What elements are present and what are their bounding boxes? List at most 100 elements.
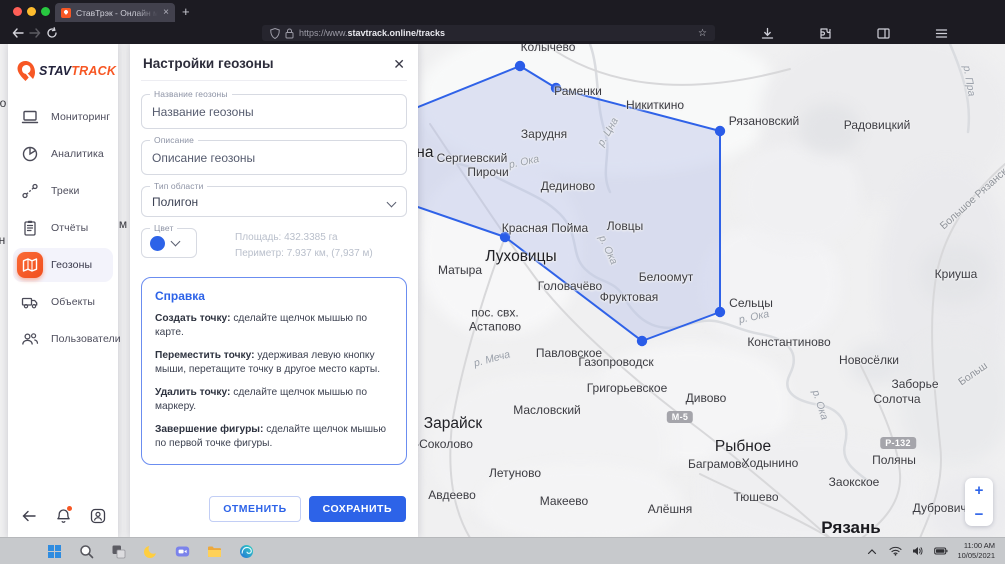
task-view-icon[interactable]: [110, 543, 127, 560]
sidebar-item-objects[interactable]: Объекты: [13, 285, 113, 319]
notifications-bell-icon[interactable]: [55, 507, 72, 524]
download-icon[interactable]: [759, 25, 775, 41]
polygon-vertex-handle[interactable]: [715, 307, 725, 317]
geozone-stats: Площадь: 432.3385 га Периметр: 7.937 км,…: [235, 228, 373, 261]
file-explorer-icon[interactable]: [206, 543, 223, 560]
map-zoom-controls: + −: [965, 478, 993, 526]
color-row: Цвет Площадь: 432.3385 га Периметр: 7.93…: [141, 228, 407, 261]
geozone-settings-panel: Настройки геозоны ✕ Название геозоны Опи…: [130, 44, 418, 538]
taskbar-clock[interactable]: 11:00 AM 10/05/2021: [957, 541, 995, 561]
polygon-vertex-handle[interactable]: [515, 61, 525, 71]
lock-icon: [285, 28, 294, 39]
bookmark-star-icon[interactable]: ☆: [698, 28, 707, 39]
windows-start-icon[interactable]: [46, 543, 63, 560]
sidebar-footer: [8, 495, 118, 538]
menu-icon[interactable]: [933, 25, 949, 41]
polygon-vertex-handle[interactable]: [551, 83, 561, 93]
save-button[interactable]: СОХРАНИТЬ: [309, 496, 406, 522]
sidebar-item-monitor[interactable]: Мониторинг: [13, 100, 113, 134]
sidebar-nav: Мониторинг Аналитика Треки Отчёты Геозоны Объ…: [8, 96, 118, 359]
help-box: Справка Создать точку: сделайте щелчок м…: [141, 277, 407, 465]
monitor-icon: [17, 104, 43, 130]
wifi-icon[interactable]: [888, 544, 902, 558]
chevron-down-icon: [171, 237, 181, 247]
sidebar-item-label: Пользователи: [51, 333, 121, 345]
geozone-name-label: Название геозоны: [150, 89, 232, 99]
edge-icon[interactable]: [238, 543, 255, 560]
window-close-button[interactable]: [13, 7, 22, 16]
url-bar[interactable]: https://www.stavtrack.online/tracks ☆: [262, 25, 715, 41]
analytics-icon: [17, 141, 43, 167]
extensions-icon[interactable]: [817, 25, 833, 41]
browser-navbar: https://www.stavtrack.online/tracks ☆: [0, 22, 1005, 44]
zoom-out-button[interactable]: −: [965, 502, 993, 526]
taskbar-apps: [46, 543, 255, 560]
windows-taskbar: 11:00 AM 10/05/2021: [0, 537, 1005, 564]
tracks-icon: [17, 178, 43, 204]
sidebar-item-geozones[interactable]: Геозоны: [13, 248, 113, 282]
color-select[interactable]: Цвет: [141, 228, 197, 258]
geozone-name-input[interactable]: [152, 105, 384, 119]
window-minimize-button[interactable]: [27, 7, 36, 16]
color-label: Цвет: [150, 223, 177, 233]
area-type-label: Тип области: [150, 181, 207, 191]
browser-tabstrip: СтавТрэк - Онлайн мониторин × +: [0, 0, 1005, 22]
users-icon: [17, 326, 43, 352]
sidebar-icon[interactable]: [875, 25, 891, 41]
geozone-name-field[interactable]: Название геозоны: [141, 94, 407, 129]
area-type-select[interactable]: Тип области Полигон: [141, 186, 407, 217]
chevron-up-icon[interactable]: [865, 544, 879, 558]
area-stat: Площадь: 432.3385 га: [235, 230, 373, 246]
system-tray: 11:00 AM 10/05/2021: [865, 541, 995, 561]
sidebar-item-label: Отчёты: [51, 222, 88, 234]
description-input[interactable]: [152, 151, 384, 165]
polygon-vertex-handle[interactable]: [637, 336, 647, 346]
firefox-icon[interactable]: [142, 543, 159, 560]
reports-icon: [17, 215, 43, 241]
sidebar-item-label: Треки: [51, 185, 79, 197]
color-swatch: [150, 236, 165, 251]
back-icon[interactable]: [10, 25, 26, 41]
help-item: Переместить точку: удерживая левую кнопк…: [155, 349, 393, 378]
chevron-down-icon: [387, 198, 397, 208]
panel-title: Настройки геозоны: [143, 56, 273, 71]
collapse-arrow-icon[interactable]: [20, 507, 37, 524]
cancel-button[interactable]: ОТМЕНИТЬ: [209, 496, 300, 522]
window-zoom-button[interactable]: [41, 7, 50, 16]
zoom-in-button[interactable]: +: [965, 478, 993, 502]
close-icon[interactable]: ✕: [393, 57, 405, 71]
polygon-vertex-handle[interactable]: [715, 126, 725, 136]
sidebar-item-analytics[interactable]: Аналитика: [13, 137, 113, 171]
browser-tab[interactable]: СтавТрэк - Онлайн мониторин ×: [55, 3, 175, 22]
sidebar-item-reports[interactable]: Отчёты: [13, 211, 113, 245]
road-badge: Р-132: [880, 437, 916, 449]
sidebar-item-label: Объекты: [51, 296, 95, 308]
geozones-icon: [17, 252, 43, 278]
perimeter-stat: Периметр: 7.937 км, (7,937 м): [235, 246, 373, 262]
teams-chat-icon[interactable]: [174, 543, 191, 560]
sidebar-item-label: Мониторинг: [51, 111, 110, 123]
panel-actions: ОТМЕНИТЬ СОХРАНИТЬ: [141, 492, 407, 528]
url-text: https://www.stavtrack.online/tracks: [299, 28, 445, 38]
help-title: Справка: [155, 289, 393, 303]
notification-dot: [67, 506, 72, 511]
description-field[interactable]: Описание: [141, 140, 407, 175]
tracking-shield-icon: [270, 28, 280, 39]
forward-icon[interactable]: [27, 25, 43, 41]
screen: КолычевоРаменкиНикиткиноЗарудняСергиевск…: [0, 0, 1005, 564]
profile-icon[interactable]: [89, 507, 106, 524]
tab-close-icon[interactable]: ×: [163, 8, 169, 18]
reload-icon[interactable]: [44, 25, 60, 41]
new-tab-button[interactable]: +: [182, 3, 190, 20]
search-icon[interactable]: [78, 543, 95, 560]
polygon-vertex-handle[interactable]: [500, 232, 510, 242]
volume-icon[interactable]: [911, 544, 925, 558]
sidebar-item-users[interactable]: Пользователи: [13, 322, 113, 356]
brand-wordmark: STAVTRACK: [39, 64, 116, 78]
sidebar-item-tracks[interactable]: Треки: [13, 174, 113, 208]
tray-time: 11:00 AM: [957, 541, 995, 551]
battery-icon[interactable]: [934, 544, 948, 558]
area-type-value: Полигон: [152, 195, 384, 209]
browser-toolbar-icons: [759, 22, 949, 44]
help-item: Завершение фигуры: сделайте щелчок мышью…: [155, 423, 393, 452]
